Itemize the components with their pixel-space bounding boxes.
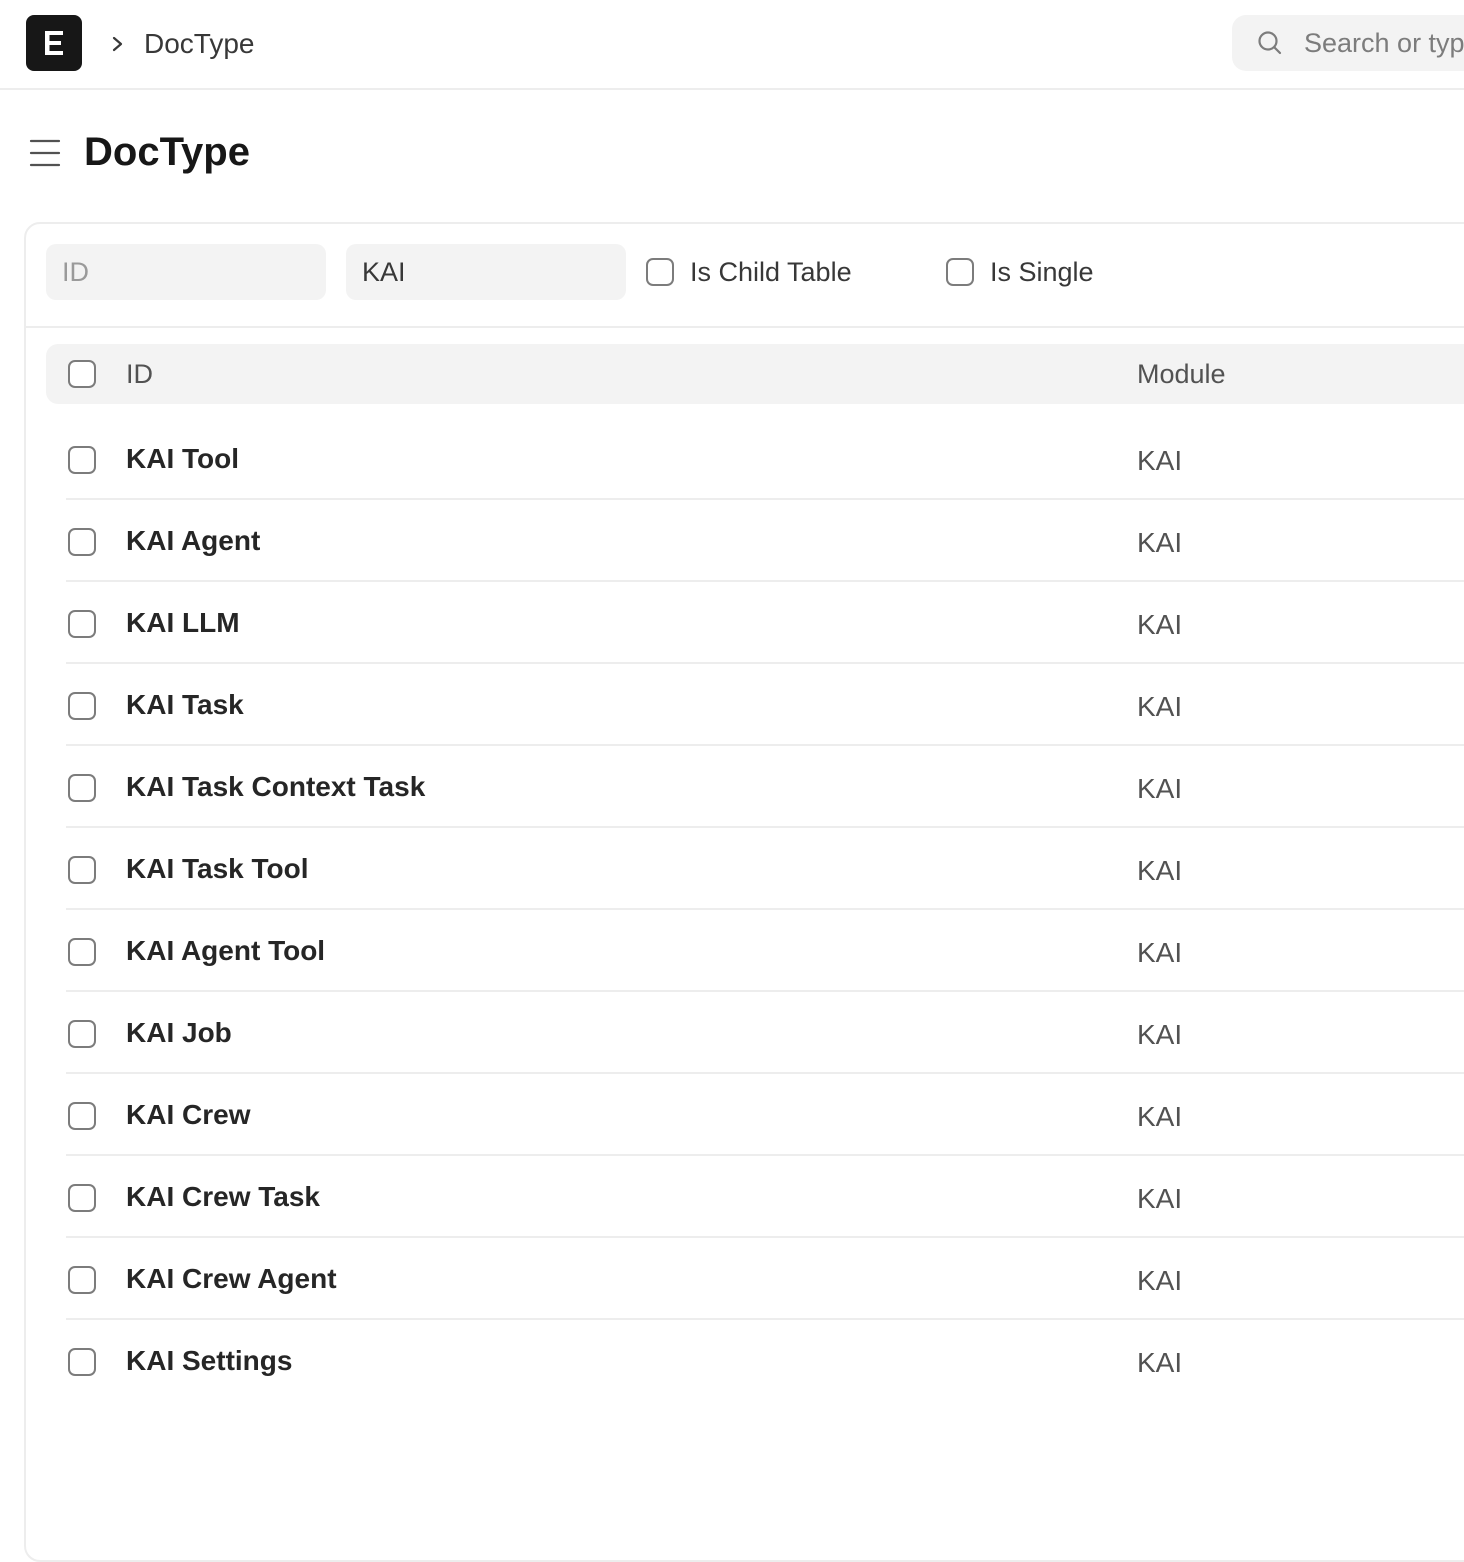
- table-row[interactable]: KAI Agent Tool KAI: [66, 910, 1464, 992]
- chevron-right-icon: [112, 36, 123, 52]
- row-module: KAI: [1137, 773, 1183, 804]
- table-row[interactable]: KAI Tool KAI: [66, 418, 1464, 500]
- row-id-link[interactable]: KAI Settings: [126, 1344, 292, 1378]
- page-title: DocType: [84, 130, 250, 174]
- row-module: KAI: [1137, 1347, 1183, 1378]
- row-id-link[interactable]: KAI LLM: [126, 606, 240, 640]
- row-checkbox[interactable]: [68, 692, 96, 720]
- row-checkbox[interactable]: [68, 1348, 96, 1376]
- row-id-link[interactable]: KAI Task: [126, 688, 244, 722]
- table-row[interactable]: KAI Settings KAI: [66, 1320, 1464, 1402]
- row-module: KAI: [1137, 1019, 1183, 1050]
- is-child-table-checkbox[interactable]: [646, 258, 674, 286]
- row-module: KAI: [1137, 527, 1183, 558]
- search-input[interactable]: [1304, 15, 1464, 71]
- row-module: KAI: [1137, 855, 1183, 886]
- row-id-link[interactable]: KAI Crew Task: [126, 1180, 320, 1214]
- row-id-link[interactable]: KAI Crew: [126, 1098, 250, 1132]
- row-id-link[interactable]: KAI Task Context Task: [126, 770, 425, 804]
- awesomebar-search[interactable]: [1232, 15, 1464, 71]
- row-module: KAI: [1137, 609, 1183, 640]
- row-id-link[interactable]: KAI Job: [126, 1016, 232, 1050]
- row-module: KAI: [1137, 937, 1183, 968]
- search-icon: [1258, 31, 1282, 55]
- row-module: KAI: [1137, 1101, 1183, 1132]
- row-id-link[interactable]: KAI Agent Tool: [126, 934, 325, 968]
- row-module: KAI: [1137, 1265, 1183, 1296]
- row-checkbox[interactable]: [68, 938, 96, 966]
- table-row[interactable]: KAI Agent KAI: [66, 500, 1464, 582]
- row-checkbox[interactable]: [68, 446, 96, 474]
- table-row[interactable]: KAI Job KAI: [66, 992, 1464, 1074]
- list-card: Is Child Table Is Single ID Module KAI T…: [24, 222, 1464, 1562]
- row-id-link[interactable]: KAI Agent: [126, 524, 260, 558]
- row-module: KAI: [1137, 691, 1183, 722]
- row-checkbox[interactable]: [68, 1020, 96, 1048]
- table-row[interactable]: KAI Crew Task KAI: [66, 1156, 1464, 1238]
- id-filter-input[interactable]: [46, 244, 326, 300]
- is-single-label: Is Single: [990, 257, 1094, 287]
- row-module: KAI: [1137, 445, 1183, 476]
- table-row[interactable]: KAI Task KAI: [66, 664, 1464, 746]
- module-filter-input[interactable]: [346, 244, 626, 300]
- row-module: KAI: [1137, 1183, 1183, 1214]
- select-all-checkbox[interactable]: [68, 360, 96, 388]
- row-id-link[interactable]: KAI Crew Agent: [126, 1262, 337, 1296]
- row-id-link[interactable]: KAI Task Tool: [126, 852, 309, 886]
- row-checkbox[interactable]: [68, 1102, 96, 1130]
- row-checkbox[interactable]: [68, 856, 96, 884]
- is-single-checkbox[interactable]: [946, 258, 974, 286]
- column-header-id[interactable]: ID: [126, 358, 153, 390]
- list-rows: KAI Tool KAI KAI Agent KAI KAI LLM KAI KAI Tas…: [66, 418, 1464, 1402]
- frappe-logo-icon[interactable]: [26, 15, 82, 71]
- table-row[interactable]: KAI Crew Agent KAI: [66, 1238, 1464, 1320]
- row-id-link[interactable]: KAI Tool: [126, 442, 239, 476]
- row-checkbox[interactable]: [68, 528, 96, 556]
- table-row[interactable]: KAI Task Context Task KAI: [66, 746, 1464, 828]
- is-child-table-filter[interactable]: Is Child Table: [646, 258, 852, 286]
- table-row[interactable]: KAI Crew KAI: [66, 1074, 1464, 1156]
- is-single-filter[interactable]: Is Single: [946, 258, 1094, 286]
- menu-icon[interactable]: [28, 136, 62, 170]
- is-child-table-label: Is Child Table: [690, 257, 852, 287]
- list-header-row: ID Module: [46, 344, 1464, 404]
- navbar: DocType: [0, 0, 1464, 90]
- table-row[interactable]: KAI Task Tool KAI: [66, 828, 1464, 910]
- standard-filter-bar: Is Child Table Is Single: [26, 224, 1464, 328]
- breadcrumb-doctype[interactable]: DocType: [144, 26, 255, 62]
- column-header-module[interactable]: Module: [1137, 358, 1226, 390]
- row-checkbox[interactable]: [68, 1184, 96, 1212]
- table-row[interactable]: KAI LLM KAI: [66, 582, 1464, 664]
- row-checkbox[interactable]: [68, 610, 96, 638]
- row-checkbox[interactable]: [68, 1266, 96, 1294]
- row-checkbox[interactable]: [68, 774, 96, 802]
